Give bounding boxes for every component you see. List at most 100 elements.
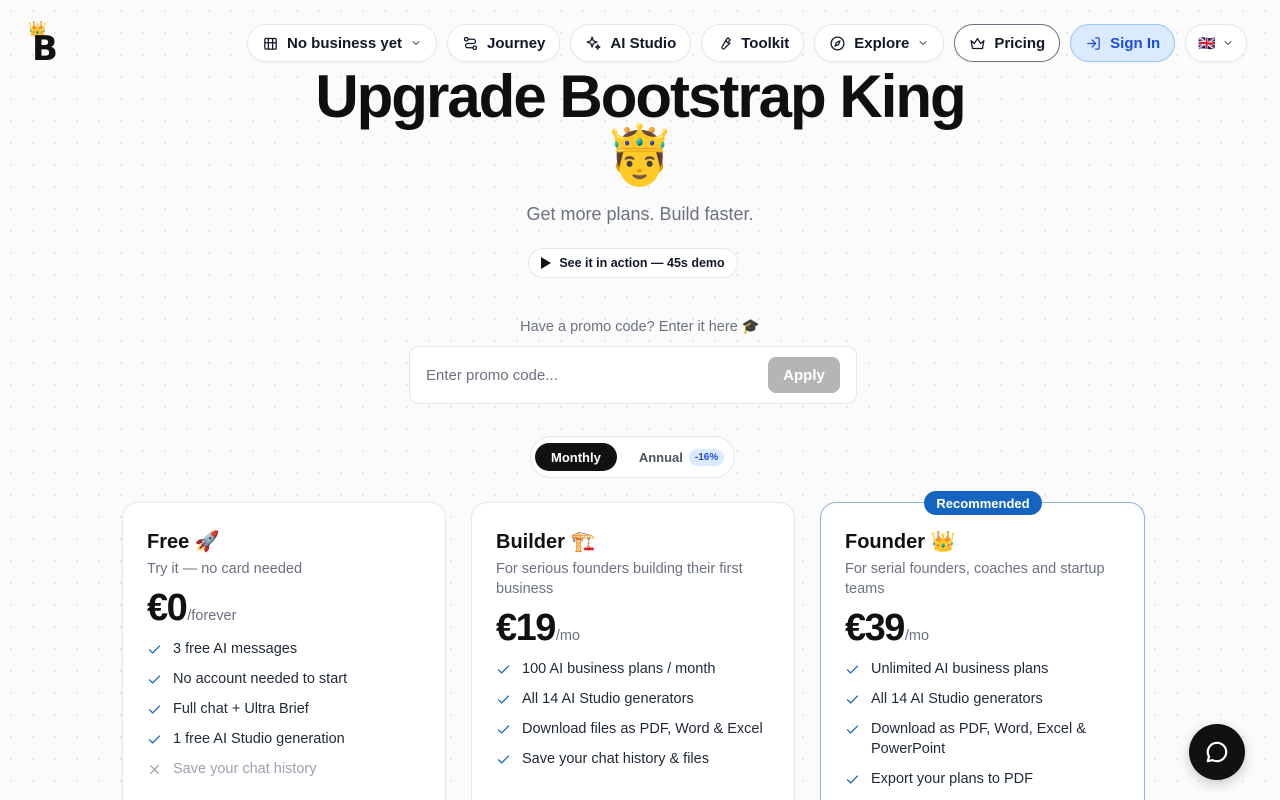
chat-bubble-icon (1206, 741, 1228, 763)
plan-card-free: Free 🚀 Try it — no card needed €0 /forev… (122, 502, 446, 800)
chevron-down-icon (412, 41, 420, 45)
check-icon (147, 669, 163, 689)
nav-explore-label: Explore (854, 34, 910, 52)
annual-discount-badge: -16% (688, 448, 725, 466)
plan-price: €39 (845, 607, 905, 649)
nav-pricing-label: Pricing (994, 34, 1046, 52)
nav-ai-studio-label: AI Studio (610, 34, 677, 52)
feature-text: 1 free AI Studio generation (173, 731, 345, 747)
plan-description: Try it — no card needed (147, 561, 303, 577)
plan-period: /forever (187, 608, 237, 624)
feature-item: 100 AI business plans / month (496, 659, 770, 679)
login-icon (1087, 36, 1100, 50)
check-icon (845, 689, 861, 709)
play-icon (541, 257, 552, 269)
business-selector-label: No business yet (287, 34, 403, 52)
plan-description: For serial founders, coaches and startup… (845, 561, 1105, 597)
plan-features-list: 100 AI business plans / month All 14 AI … (496, 659, 770, 769)
plan-description: For serious founders building their firs… (496, 561, 743, 597)
plan-card-founder: Recommended Founder 👑 For serial founder… (820, 491, 1145, 800)
sign-in-button[interactable]: Sign In (1070, 24, 1176, 62)
plan-period: /mo (555, 628, 581, 644)
apply-promo-button[interactable]: Apply (768, 357, 840, 393)
feature-text: No account needed to start (173, 671, 348, 687)
feature-text: Download files as PDF, Word & Excel (522, 721, 763, 737)
demo-video-button[interactable]: See it in action — 45s demo (528, 248, 738, 278)
check-icon (147, 729, 163, 749)
feature-item-excluded: Save your chat history (147, 759, 421, 779)
feature-text: 100 AI business plans / month (522, 661, 716, 677)
feature-text: Unlimited AI business plans (871, 661, 1049, 677)
promo-form: Apply (409, 346, 857, 404)
plan-price-row: €0 /forever (147, 585, 421, 631)
feature-item: No account needed to start (147, 669, 421, 689)
plan-name: Builder 🏗️ (496, 531, 596, 553)
feature-item: 3 free AI messages (147, 639, 421, 659)
feature-item: Save your chat history & files (496, 749, 770, 769)
chevron-down-icon (919, 41, 927, 45)
feature-text: Download as PDF, Word, Excel & PowerPoin… (871, 721, 1086, 757)
plan-features-list: 3 free AI messages No account needed to … (147, 639, 421, 779)
feature-item: Download files as PDF, Word & Excel (496, 719, 770, 739)
billing-monthly-option[interactable]: Monthly (535, 443, 617, 471)
recommended-badge: Recommended (924, 491, 1042, 515)
feature-text: Save your chat history & files (522, 751, 709, 767)
nav-explore[interactable]: Explore (814, 24, 945, 62)
demo-video-label: See it in action — 45s demo (559, 256, 725, 270)
plan-price-row: €19 /mo (496, 605, 770, 651)
check-icon (845, 659, 861, 679)
check-icon (147, 639, 163, 659)
feature-item: Unlimited AI business plans (845, 659, 1120, 679)
feature-text: Export your plans to PDF (871, 771, 1033, 787)
chevron-down-icon (1224, 41, 1232, 45)
plan-name: Founder 👑 (845, 531, 956, 553)
promo-code-input[interactable] (426, 366, 768, 384)
nav-toolkit[interactable]: Toolkit (701, 24, 805, 62)
plan-features-list: Unlimited AI business plans All 14 AI St… (845, 659, 1120, 789)
route-icon (463, 36, 478, 50)
language-selector[interactable]: 🇬🇧 (1185, 24, 1247, 62)
feature-text: Save your chat history (173, 761, 317, 777)
check-icon (496, 659, 512, 679)
feature-item: Download as PDF, Word, Excel & PowerPoin… (845, 719, 1120, 759)
billing-period-toggle: Monthly Annual -16% (530, 436, 735, 478)
check-icon (147, 699, 163, 719)
sign-in-label: Sign In (1110, 34, 1161, 52)
plan-card-builder: Builder 🏗️ For serious founders building… (471, 502, 795, 800)
crown-icon (970, 37, 985, 49)
nav-pricing[interactable]: Pricing (954, 24, 1061, 62)
check-icon (496, 719, 512, 739)
compass-icon (830, 35, 845, 51)
plan-name: Free 🚀 (147, 531, 220, 553)
feature-item: Full chat + Ultra Brief (147, 699, 421, 719)
uk-flag-icon: 🇬🇧 (1198, 35, 1216, 51)
sparkles-icon (586, 35, 601, 50)
billing-annual-option[interactable]: Annual -16% (623, 443, 740, 471)
feature-item: Export your plans to PDF (845, 769, 1120, 789)
chat-button[interactable] (1189, 724, 1245, 780)
wrench-icon (721, 36, 732, 50)
nav-ai-studio[interactable]: AI Studio (570, 24, 692, 62)
x-icon (147, 759, 163, 779)
logo-letter: B (32, 29, 58, 69)
plan-price: €19 (496, 607, 556, 649)
plan-price-row: €39 /mo (845, 605, 1120, 651)
plan-price: €0 (147, 587, 188, 629)
feature-text: 3 free AI messages (173, 641, 298, 657)
feature-text: All 14 AI Studio generators (871, 691, 1043, 707)
feature-text: All 14 AI Studio generators (522, 691, 694, 707)
business-selector[interactable]: No business yet (247, 24, 438, 62)
page-subtitle: Get more plans. Build faster. (526, 204, 754, 224)
check-icon (845, 719, 861, 739)
nav-toolkit-label: Toolkit (741, 34, 790, 52)
nav-journey[interactable]: Journey (447, 24, 561, 62)
plan-period: /mo (904, 628, 930, 644)
check-icon (496, 749, 512, 769)
feature-text: Full chat + Ultra Brief (173, 701, 309, 717)
feature-item: All 14 AI Studio generators (496, 689, 770, 709)
top-nav: No business yet Journey AI Studio Toolki… (247, 24, 1247, 62)
building-icon (264, 37, 277, 50)
promo-label: Have a promo code? Enter it here 🎓 (520, 319, 760, 335)
feature-item: All 14 AI Studio generators (845, 689, 1120, 709)
prince-emoji-icon: 🤴 (603, 123, 677, 188)
